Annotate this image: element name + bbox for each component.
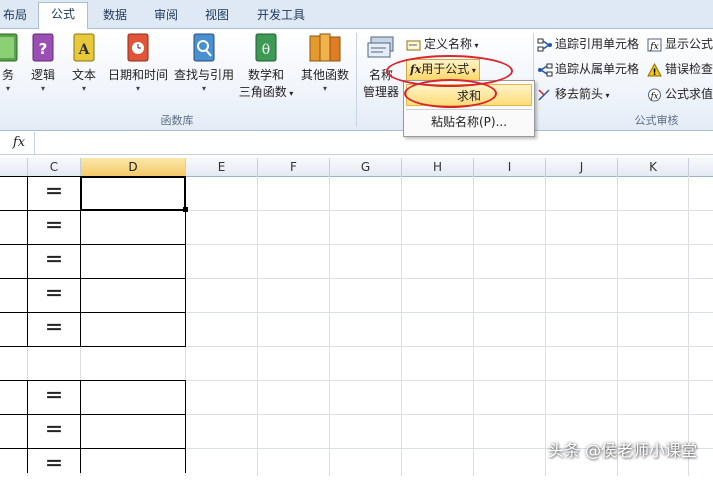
formula-input[interactable] bbox=[36, 132, 712, 154]
cell-c-equals[interactable]: ＝ bbox=[28, 210, 80, 244]
fx-icon: fx bbox=[410, 63, 422, 76]
cell-c-equals[interactable]: ＝ bbox=[28, 414, 80, 448]
financial-button[interactable]: 务 ▾ bbox=[0, 31, 22, 94]
more-functions-button[interactable]: 其他函数 ▾ bbox=[296, 31, 354, 94]
spreadsheet-grid: C D E F G H I J K ＝ ＝ ＝ ＝ ＝ ＝ ＝ ＝ bbox=[0, 158, 713, 476]
remove-arrows-button[interactable]: 移去箭头 ▾ bbox=[537, 84, 610, 104]
trace-precedents-icon bbox=[537, 38, 552, 51]
column-header-k[interactable]: K bbox=[618, 158, 689, 177]
gridline bbox=[617, 176, 618, 476]
column-header-b[interactable] bbox=[0, 158, 28, 177]
cell-c-equals[interactable]: ＝ bbox=[28, 176, 80, 210]
column-header-l[interactable] bbox=[689, 158, 713, 177]
svg-text:!: ! bbox=[652, 68, 656, 77]
trace-dependents-icon bbox=[538, 63, 553, 76]
logical-button[interactable]: ? 逻辑 ▾ bbox=[26, 31, 60, 94]
svg-text:A: A bbox=[78, 42, 91, 58]
gridline bbox=[688, 176, 689, 476]
svg-text:?: ? bbox=[39, 40, 48, 58]
cell-c-equals[interactable]: ＝ bbox=[28, 244, 80, 278]
cell-c-equals[interactable]: ＝ bbox=[28, 312, 80, 346]
table-border bbox=[80, 380, 81, 473]
formula-auditing-group-label: 公式审核 bbox=[634, 114, 679, 127]
lookup-book-icon bbox=[193, 33, 215, 62]
column-header-h[interactable]: H bbox=[402, 158, 474, 177]
ribbon: 务 ▾ ? 逻辑 ▾ A 文本 ▾ 日期和时间 ▾ 查找与引用 ▾ θ 数学和 三角函数 … bbox=[0, 29, 713, 131]
cell-c-equals[interactable]: ＝ bbox=[28, 448, 80, 482]
math-trig-button[interactable]: θ 数学和 三角函数 ▾ bbox=[236, 31, 296, 102]
text-book-icon: A bbox=[73, 33, 95, 62]
remove-arrows-icon bbox=[538, 88, 550, 101]
show-formulas-icon: fx bbox=[647, 38, 662, 52]
name-manager-button[interactable]: 名称 管理器 bbox=[360, 31, 402, 101]
gridline bbox=[401, 176, 402, 476]
use-in-formula-button[interactable]: fx用于公式 ▾ bbox=[406, 59, 480, 81]
svg-text:θ: θ bbox=[262, 42, 270, 58]
gridline bbox=[257, 176, 258, 476]
table-border bbox=[185, 380, 186, 473]
column-header-g[interactable]: G bbox=[330, 158, 402, 177]
trace-precedents-button[interactable]: 追踪引用单元格 bbox=[537, 34, 639, 54]
more-functions-books-icon bbox=[309, 33, 341, 62]
tab-view[interactable]: 视图 bbox=[194, 4, 240, 28]
column-header-e[interactable]: E bbox=[186, 158, 258, 177]
evaluate-formula-icon: fx bbox=[648, 88, 661, 101]
menu-divider bbox=[406, 109, 532, 110]
logical-book-icon: ? bbox=[32, 33, 54, 62]
watermark: 头条 @侯老师小课堂 bbox=[547, 441, 697, 460]
math-book-icon: θ bbox=[255, 33, 277, 62]
gridline bbox=[473, 176, 474, 476]
show-formulas-button[interactable]: fx 显示公式 bbox=[647, 34, 713, 54]
gridline bbox=[545, 176, 546, 476]
column-header-f[interactable]: F bbox=[258, 158, 330, 177]
column-header-j[interactable]: J bbox=[546, 158, 618, 177]
group-separator bbox=[356, 33, 357, 127]
use-in-formula-dropdown: 求和 粘贴名称(P)... bbox=[403, 80, 535, 137]
error-checking-button[interactable]: ! 错误检查 bbox=[647, 59, 713, 79]
tab-layout[interactable]: 布局 bbox=[0, 4, 30, 28]
define-name-button[interactable]: 定义名称 ▾ bbox=[406, 34, 479, 54]
column-header-d[interactable]: D bbox=[81, 158, 186, 178]
menu-item-paste-names[interactable]: 粘贴名称(P)... bbox=[406, 111, 532, 133]
menu-item-sum[interactable]: 求和 bbox=[406, 84, 532, 106]
cell-c-equals[interactable]: ＝ bbox=[28, 278, 80, 312]
active-cell[interactable] bbox=[80, 176, 186, 211]
gridline bbox=[329, 176, 330, 476]
date-time-button[interactable]: 日期和时间 ▾ bbox=[104, 31, 172, 94]
financial-book-icon bbox=[0, 33, 18, 62]
cell-c-equals[interactable]: ＝ bbox=[28, 380, 80, 414]
name-manager-icon bbox=[367, 36, 394, 58]
define-name-icon bbox=[406, 40, 421, 50]
warning-icon: ! bbox=[647, 62, 662, 78]
tab-review[interactable]: 审阅 bbox=[143, 4, 189, 28]
ribbon-tab-bar: 布局 公式 数据 审阅 视图 开发工具 bbox=[0, 0, 713, 30]
text-button[interactable]: A 文本 ▾ bbox=[66, 31, 102, 94]
insert-function-icon[interactable]: fx bbox=[4, 132, 35, 154]
lookup-reference-button[interactable]: 查找与引用 ▾ bbox=[172, 31, 236, 94]
column-header-c[interactable]: C bbox=[28, 158, 81, 177]
tab-formulas[interactable]: 公式 bbox=[38, 2, 88, 30]
svg-text:fx: fx bbox=[649, 42, 658, 52]
date-time-book-icon bbox=[127, 33, 149, 62]
function-library-group-label: 函数库 bbox=[160, 114, 194, 127]
evaluate-formula-button[interactable]: fx 公式求值 bbox=[647, 84, 713, 104]
trace-dependents-button[interactable]: 追踪从属单元格 bbox=[537, 59, 639, 79]
formula-bar: fx bbox=[0, 132, 713, 155]
column-header-i[interactable]: I bbox=[474, 158, 546, 177]
tab-data[interactable]: 数据 bbox=[92, 4, 138, 28]
svg-text:fx: fx bbox=[650, 91, 659, 100]
tab-developer[interactable]: 开发工具 bbox=[248, 4, 314, 28]
fill-handle[interactable] bbox=[183, 207, 188, 212]
